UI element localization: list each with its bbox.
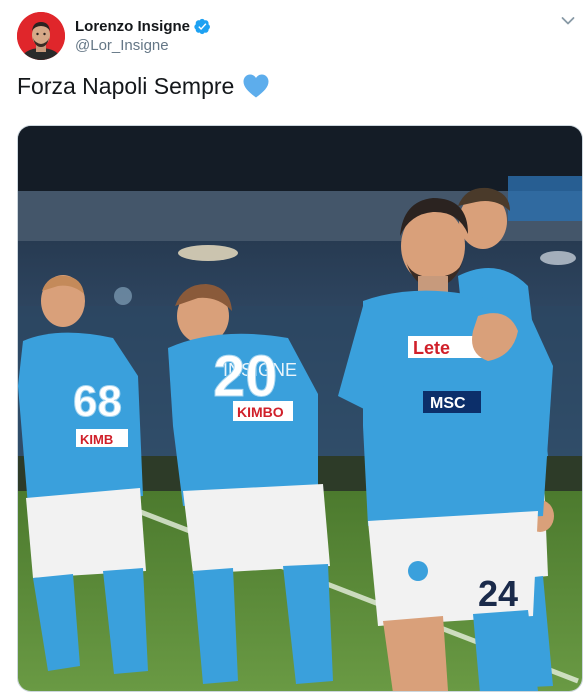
tweet-text-content: Forza Napoli Sempre	[17, 73, 235, 99]
jersey-number-68: 68	[73, 377, 122, 426]
avatar-portrait	[17, 12, 65, 60]
jersey-number-24: 24	[478, 573, 518, 614]
shirt-sponsor: MSC	[430, 395, 466, 412]
sleeve-sponsor-68: KIMB	[80, 432, 113, 447]
football-celebration-photo: 68 KIMB INSIGNE 20 KIMBO Lete MSC 24	[18, 126, 582, 691]
tweet-text: Forza Napoli Sempre	[17, 72, 270, 100]
chevron-down-icon[interactable]	[561, 16, 575, 26]
author-handle[interactable]: @Lor_Insigne	[75, 37, 169, 54]
tweet-card: Lorenzo Insigne @Lor_Insigne Forza Napol…	[0, 0, 588, 693]
tweet-photo[interactable]: 68 KIMB INSIGNE 20 KIMBO Lete MSC 24	[17, 125, 583, 692]
author-avatar[interactable]	[17, 12, 65, 60]
verified-badge-icon	[194, 18, 210, 34]
blue-heart-icon	[243, 74, 269, 98]
author-display-name[interactable]: Lorenzo Insigne	[75, 18, 190, 35]
jersey-number-20: 20	[213, 344, 278, 409]
author-name-row[interactable]: Lorenzo Insigne	[75, 16, 211, 36]
sleeve-sponsor-20: KIMBO	[237, 404, 284, 420]
front-sponsor: Lete	[413, 338, 450, 358]
